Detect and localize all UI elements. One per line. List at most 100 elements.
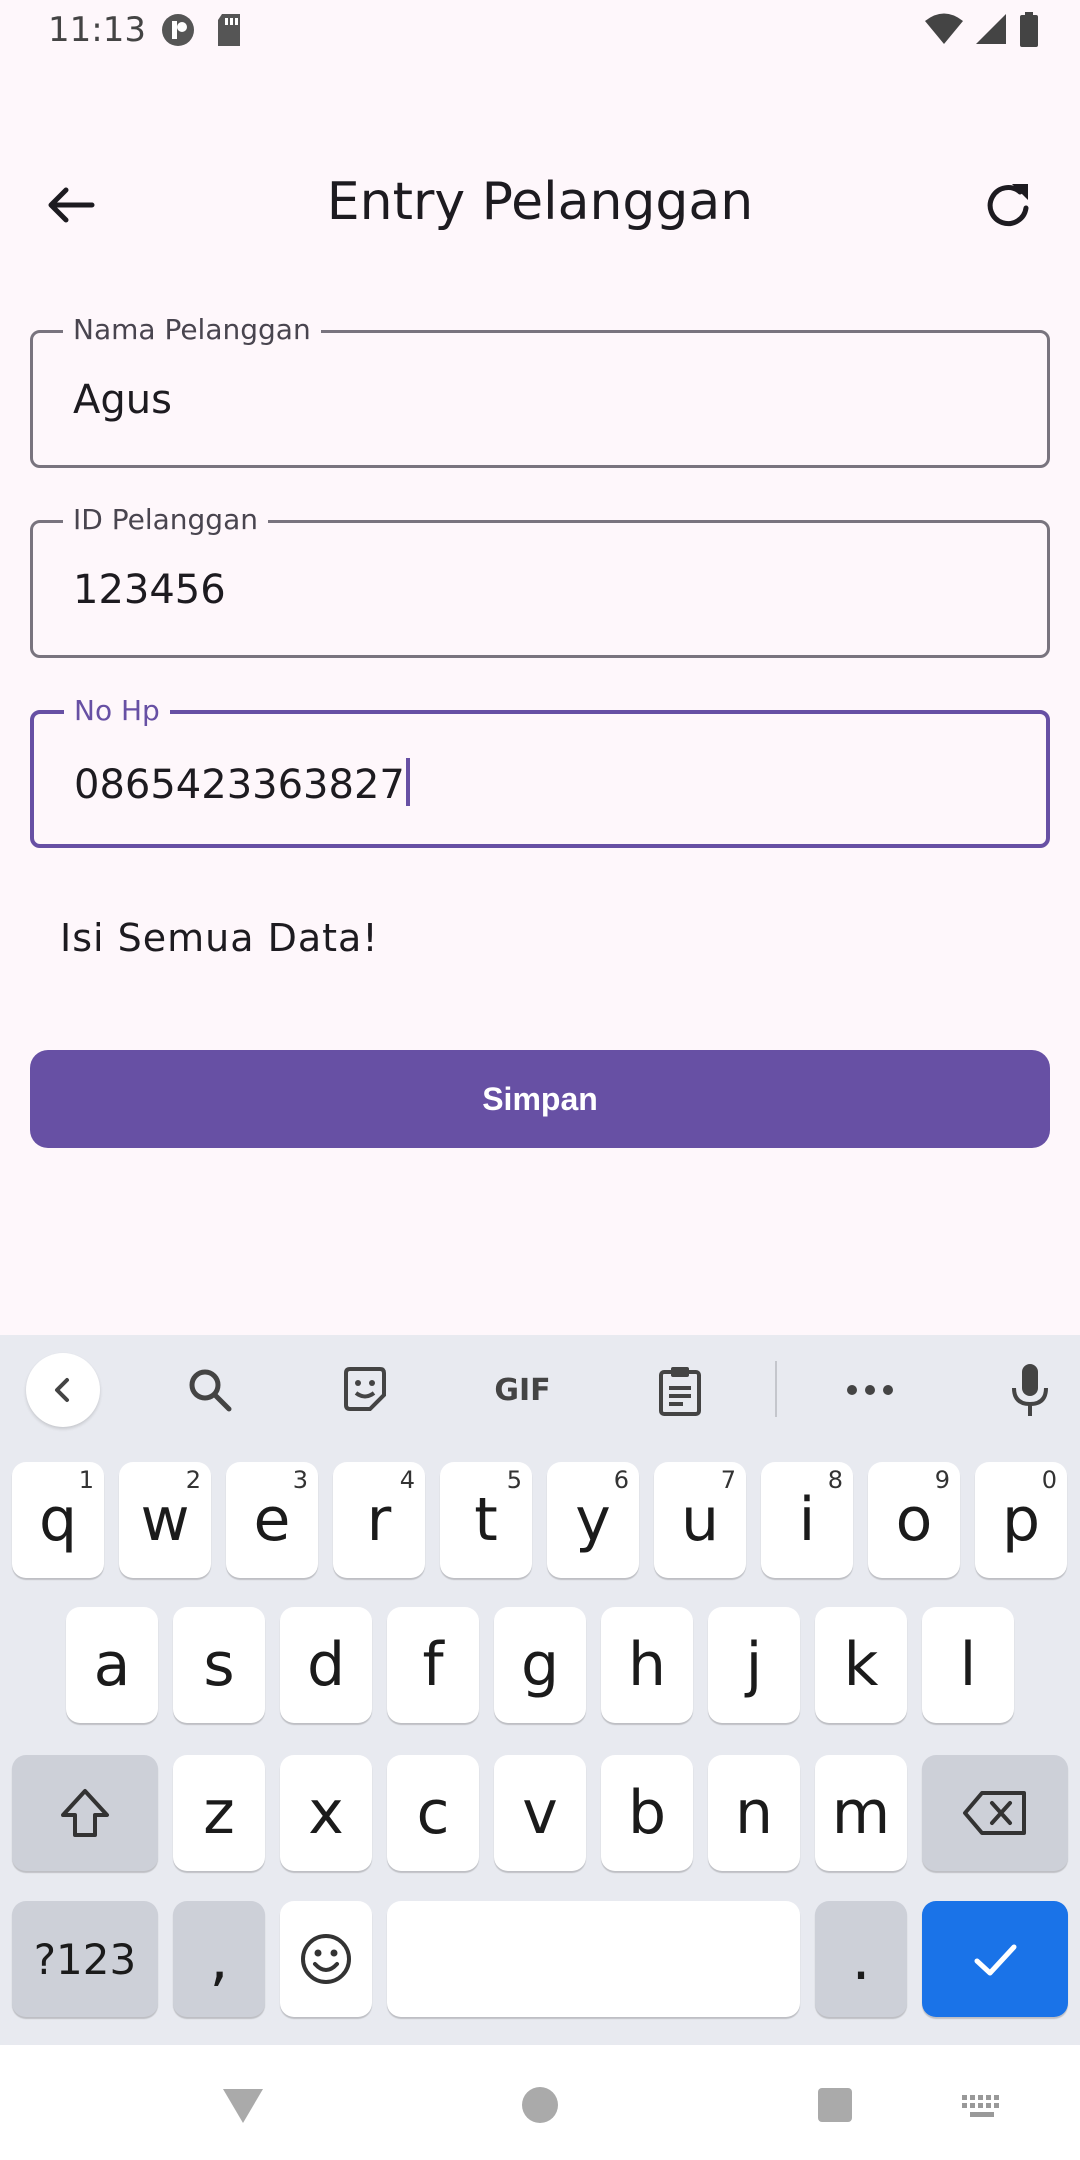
nav-home-button[interactable] — [520, 2085, 560, 2130]
search-icon — [189, 1369, 232, 1412]
key-n[interactable]: n — [708, 1755, 800, 1871]
key-label: e — [253, 1485, 291, 1555]
comma-key[interactable]: , — [173, 1901, 265, 2017]
cell-signal-icon — [974, 12, 1008, 53]
key-k[interactable]: k — [815, 1607, 907, 1723]
sticker-button[interactable] — [330, 1355, 400, 1425]
app-bar: Entry Pelanggan — [0, 150, 1080, 260]
more-options-button[interactable] — [835, 1355, 905, 1425]
keyboard-icon — [962, 2095, 999, 2117]
customer-id-label: ID Pelanggan — [63, 503, 268, 536]
key-l[interactable]: l — [922, 1607, 1014, 1723]
key-hint: 2 — [185, 1466, 201, 1494]
key-g[interactable]: g — [494, 1607, 586, 1723]
key-a[interactable]: a — [66, 1607, 158, 1723]
phone-number-field[interactable]: No Hp 0865423363827 — [30, 694, 1050, 848]
customer-id-value: 123456 — [73, 567, 226, 613]
key-q[interactable]: q1 — [12, 1462, 104, 1578]
key-b[interactable]: b — [601, 1755, 693, 1871]
key-x[interactable]: x — [280, 1755, 372, 1871]
validation-message: Isi Semua Data! — [60, 916, 379, 960]
keyboard-toolbar: GIF — [0, 1335, 1080, 1445]
battery-icon — [1018, 12, 1040, 53]
clipboard-button[interactable] — [645, 1355, 715, 1425]
square-recents-icon — [818, 2088, 852, 2122]
customer-name-field[interactable]: Nama Pelanggan Agus — [30, 313, 1050, 468]
key-hint: 8 — [827, 1466, 843, 1494]
key-v[interactable]: v — [494, 1755, 586, 1871]
phone-number-value: 0865423363827 — [74, 762, 405, 808]
key-e[interactable]: e3 — [226, 1462, 318, 1578]
done-key[interactable] — [922, 1901, 1068, 2017]
keyboard-search-button[interactable] — [175, 1355, 245, 1425]
page-title: Entry Pelanggan — [326, 172, 754, 232]
key-m[interactable]: m — [815, 1755, 907, 1871]
microphone-icon — [1012, 1364, 1048, 1416]
navigation-bar — [0, 2045, 1080, 2160]
backspace-icon — [963, 1791, 1026, 1835]
key-label: w — [140, 1485, 190, 1555]
customer-id-field[interactable]: ID Pelanggan 123456 — [30, 503, 1050, 658]
toolbar-divider — [775, 1361, 777, 1417]
key-w[interactable]: w2 — [119, 1462, 211, 1578]
key-label: t — [474, 1485, 498, 1555]
circle-home-icon — [522, 2087, 558, 2123]
text-cursor — [405, 758, 410, 806]
refresh-button[interactable] — [974, 170, 1044, 240]
key-label: o — [895, 1485, 933, 1555]
app-notification-icon — [160, 12, 196, 53]
key-j[interactable]: j — [708, 1607, 800, 1723]
status-time: 11:13 — [48, 10, 146, 50]
save-button[interactable]: Simpan — [30, 1050, 1050, 1148]
collapse-toolbar-button[interactable] — [26, 1353, 100, 1427]
key-label: q — [38, 1485, 78, 1555]
key-h[interactable]: h — [601, 1607, 693, 1723]
symbols-key[interactable]: ?123 — [12, 1901, 158, 2017]
key-f[interactable]: f — [387, 1607, 479, 1723]
key-r[interactable]: r4 — [333, 1462, 425, 1578]
more-horizontal-icon — [847, 1385, 893, 1395]
sticker-icon — [344, 1367, 386, 1411]
key-t[interactable]: t5 — [440, 1462, 532, 1578]
key-label: u — [680, 1485, 720, 1555]
shift-icon — [61, 1789, 109, 1837]
key-label: p — [1001, 1485, 1041, 1555]
key-o[interactable]: o9 — [868, 1462, 960, 1578]
keyboard-switch-button[interactable] — [960, 2093, 1004, 2126]
key-u[interactable]: u7 — [654, 1462, 746, 1578]
shift-key[interactable] — [12, 1755, 158, 1871]
nav-back-button[interactable] — [220, 2085, 266, 2130]
phone-number-value-wrap: 0865423363827 — [74, 758, 410, 808]
key-hint: 0 — [1041, 1466, 1057, 1494]
key-label: y — [575, 1485, 611, 1555]
nav-recents-button[interactable] — [815, 2085, 855, 2130]
gif-button[interactable]: GIF — [485, 1355, 560, 1425]
period-key[interactable]: . — [815, 1901, 907, 2017]
key-label: i — [798, 1485, 816, 1555]
key-p[interactable]: p0 — [975, 1462, 1067, 1578]
key-d[interactable]: d — [280, 1607, 372, 1723]
emoji-icon — [301, 1934, 351, 1984]
keyboard: GIF q1 w2 e3 r4 t5 y6 u7 i8 o9 p0 a s d … — [0, 1335, 1080, 2045]
key-z[interactable]: z — [173, 1755, 265, 1871]
voice-input-button[interactable] — [995, 1355, 1065, 1425]
key-hint: 5 — [506, 1466, 522, 1494]
key-hint: 6 — [613, 1466, 629, 1494]
emoji-key[interactable] — [280, 1901, 372, 2017]
key-i[interactable]: i8 — [761, 1462, 853, 1578]
wifi-icon — [924, 12, 964, 53]
chevron-left-icon — [55, 1378, 69, 1402]
key-hint: 7 — [720, 1466, 736, 1494]
key-hint: 9 — [934, 1466, 950, 1494]
key-hint: 3 — [292, 1466, 308, 1494]
space-key[interactable] — [387, 1901, 800, 2017]
key-s[interactable]: s — [173, 1607, 265, 1723]
key-hint: 4 — [399, 1466, 415, 1494]
checkmark-icon — [974, 1944, 1017, 1976]
backspace-key[interactable] — [922, 1755, 1068, 1871]
key-y[interactable]: y6 — [547, 1462, 639, 1578]
phone-number-label: No Hp — [64, 694, 170, 727]
sd-card-icon — [214, 12, 244, 53]
refresh-icon — [987, 184, 1029, 227]
key-c[interactable]: c — [387, 1755, 479, 1871]
